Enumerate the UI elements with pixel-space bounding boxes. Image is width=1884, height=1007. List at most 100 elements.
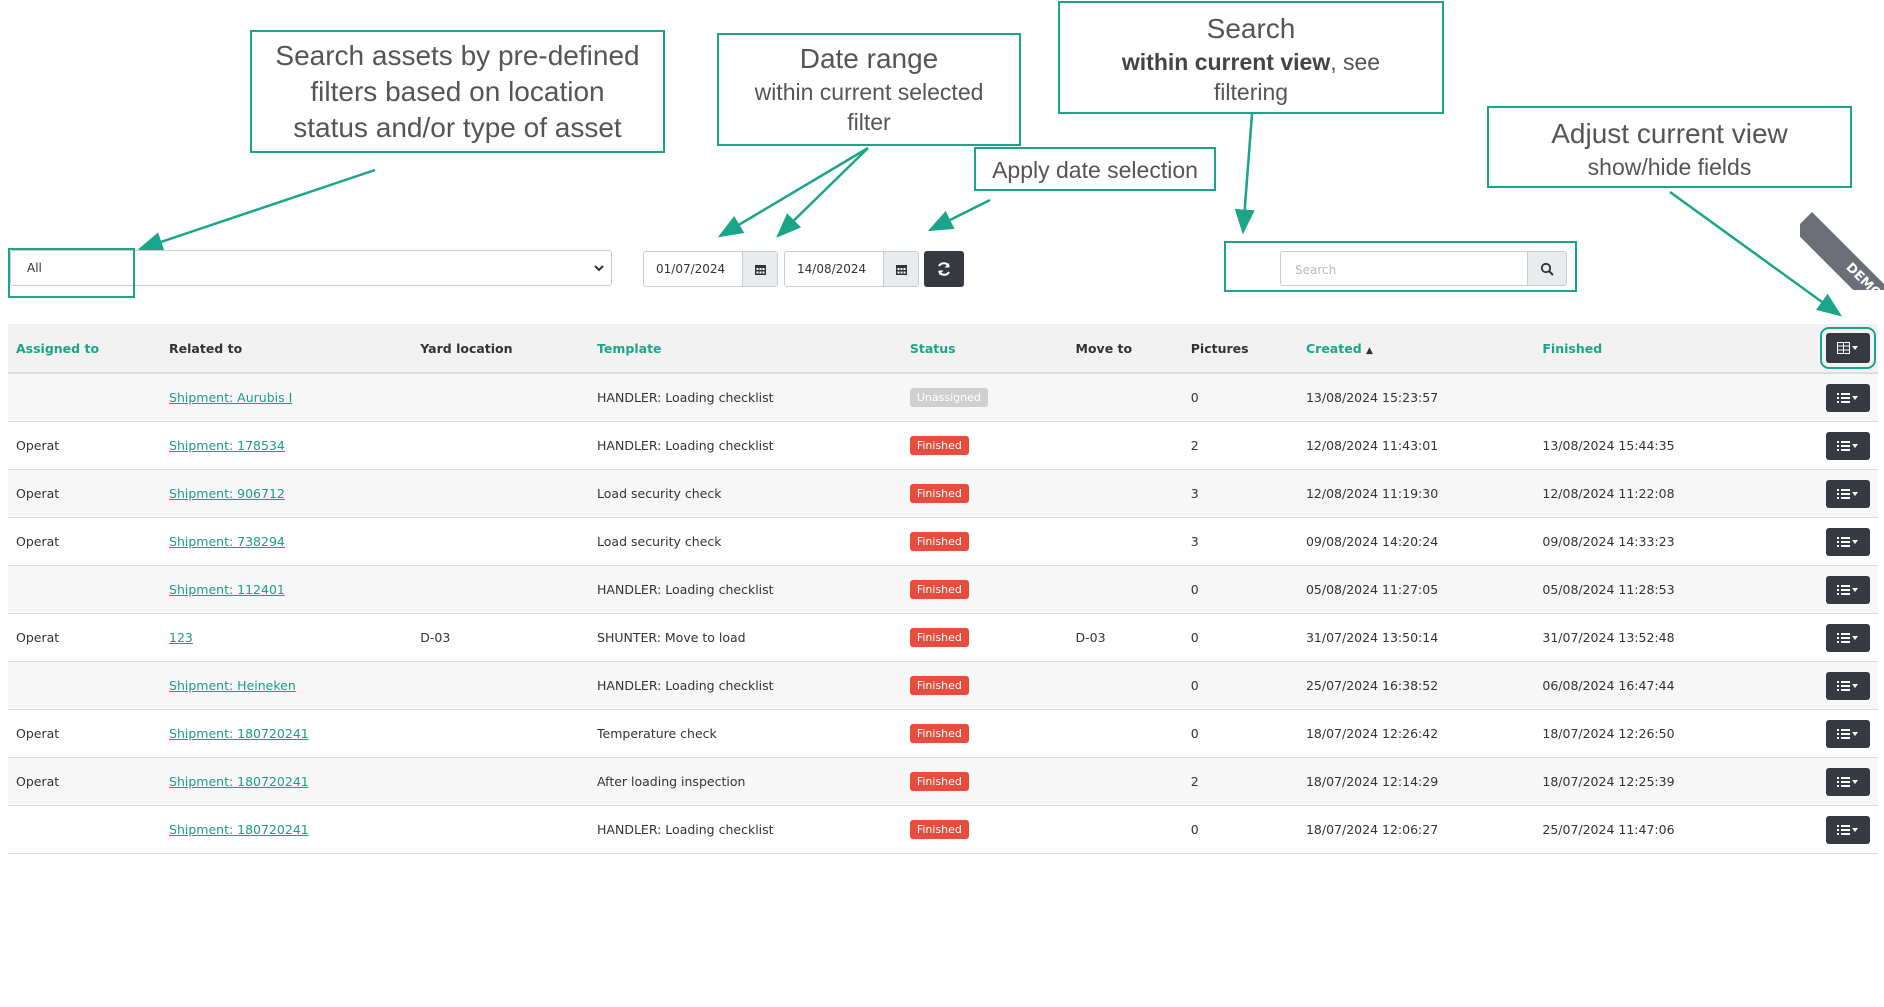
status-badge: Finished bbox=[909, 484, 969, 503]
cell-status: Finished bbox=[901, 805, 1068, 854]
cell-created: 05/08/2024 11:27:05 bbox=[1297, 565, 1535, 614]
related-link[interactable]: Shipment: 112401 bbox=[169, 582, 285, 597]
cell-pictures: 0 bbox=[1182, 565, 1298, 614]
date-to-input[interactable]: 14/08/2024 bbox=[784, 251, 919, 287]
cell-created: 18/07/2024 12:06:27 bbox=[1297, 805, 1535, 854]
related-link[interactable]: Shipment: Aurubis I bbox=[169, 390, 292, 405]
calendar-icon[interactable] bbox=[742, 252, 777, 286]
cell-assigned-to bbox=[8, 373, 162, 422]
row-actions-button[interactable] bbox=[1826, 431, 1870, 460]
cell-created: 18/07/2024 12:26:42 bbox=[1297, 709, 1535, 758]
cell-pictures: 3 bbox=[1182, 517, 1298, 566]
header-template[interactable]: Template bbox=[589, 324, 902, 374]
status-badge: Finished bbox=[909, 628, 969, 647]
table-row[interactable]: Operat Shipment: 180720241 Temperature che… bbox=[8, 709, 1878, 758]
related-link[interactable]: Shipment: 180720241 bbox=[169, 822, 309, 837]
header-finished[interactable]: Finished bbox=[1534, 324, 1818, 374]
row-actions-button[interactable] bbox=[1826, 767, 1870, 796]
cell-assigned-to bbox=[8, 565, 162, 614]
related-link[interactable]: Shipment: 738294 bbox=[169, 534, 285, 549]
cell-related-to: Shipment: 906712 bbox=[161, 469, 413, 518]
related-link[interactable]: Shipment: Heineken bbox=[169, 678, 296, 693]
cell-template: Load security check bbox=[589, 469, 902, 518]
header-status[interactable]: Status bbox=[901, 324, 1068, 374]
list-menu-icon bbox=[1837, 776, 1858, 787]
table-row[interactable]: Operat Shipment: 738294 Load security chec… bbox=[8, 517, 1878, 566]
row-actions-button[interactable] bbox=[1826, 527, 1870, 556]
cell-yard-location bbox=[412, 421, 590, 470]
cell-related-to: 123 bbox=[161, 613, 413, 662]
cell-assigned-to: Operat bbox=[8, 613, 162, 662]
row-actions-button[interactable] bbox=[1826, 719, 1870, 748]
related-link[interactable]: Shipment: 178534 bbox=[169, 438, 285, 453]
cell-assigned-to: Operat bbox=[8, 421, 162, 470]
header-related-to: Related to bbox=[161, 324, 413, 374]
cell-yard-location bbox=[412, 709, 590, 758]
header-move-to: Move to bbox=[1067, 324, 1183, 374]
cell-related-to: Shipment: 178534 bbox=[161, 421, 413, 470]
cell-finished: 06/08/2024 16:47:44 bbox=[1534, 661, 1818, 710]
cell-template: HANDLER: Loading checklist bbox=[589, 421, 902, 470]
arrow-apply bbox=[927, 198, 991, 232]
arrow-date-to bbox=[776, 147, 869, 238]
row-actions-button[interactable] bbox=[1826, 383, 1870, 412]
cell-assigned-to bbox=[8, 661, 162, 710]
row-actions-button[interactable] bbox=[1826, 479, 1870, 508]
row-actions-button[interactable] bbox=[1826, 623, 1870, 652]
cell-template: HANDLER: Loading checklist bbox=[589, 661, 902, 710]
header-actions bbox=[1818, 324, 1878, 374]
table-row[interactable]: Shipment: Heineken HANDLER: Loading check… bbox=[8, 661, 1878, 710]
row-actions-button[interactable] bbox=[1826, 815, 1870, 844]
table-body: Shipment: Aurubis I HANDLER: Loading chec… bbox=[8, 373, 1878, 854]
cell-status: Finished bbox=[901, 757, 1068, 806]
table-columns-icon bbox=[1837, 342, 1858, 354]
date-from-value: 01/07/2024 bbox=[656, 262, 726, 276]
table-row[interactable]: Operat Shipment: 180720241 After loading i… bbox=[8, 757, 1878, 806]
cell-finished bbox=[1534, 373, 1818, 422]
table-row[interactable]: Shipment: 180720241 HANDLER: Loading chec… bbox=[8, 805, 1878, 854]
row-actions-button[interactable] bbox=[1826, 671, 1870, 700]
table-row[interactable]: Shipment: 112401 HANDLER: Loading checkli… bbox=[8, 565, 1878, 614]
related-link[interactable]: Shipment: 180720241 bbox=[169, 774, 309, 789]
related-link[interactable]: Shipment: 180720241 bbox=[169, 726, 309, 741]
cell-template: Temperature check bbox=[589, 709, 902, 758]
cell-pictures: 3 bbox=[1182, 469, 1298, 518]
header-assigned-to[interactable]: Assigned to bbox=[8, 324, 162, 374]
cell-created: 12/08/2024 11:19:30 bbox=[1297, 469, 1535, 518]
header-created-label: Created bbox=[1305, 340, 1362, 356]
cell-actions bbox=[1818, 565, 1878, 614]
cell-yard-location bbox=[412, 517, 590, 566]
search-button[interactable] bbox=[1527, 251, 1567, 286]
related-link[interactable]: Shipment: 906712 bbox=[169, 486, 285, 501]
date-to-value: 14/08/2024 bbox=[797, 262, 867, 276]
cell-finished: 13/08/2024 15:44:35 bbox=[1534, 421, 1818, 470]
cell-finished: 05/08/2024 11:28:53 bbox=[1534, 565, 1818, 614]
date-from-input[interactable]: 01/07/2024 bbox=[643, 251, 778, 287]
row-actions-button[interactable] bbox=[1826, 575, 1870, 604]
table-row[interactable]: Operat Shipment: 906712 Load security chec… bbox=[8, 469, 1878, 518]
apply-date-button[interactable] bbox=[924, 251, 964, 287]
cell-finished: 18/07/2024 12:26:50 bbox=[1534, 709, 1818, 758]
cell-finished: 18/07/2024 12:25:39 bbox=[1534, 757, 1818, 806]
cell-move-to bbox=[1067, 661, 1183, 710]
header-created[interactable]: Created ▲ bbox=[1297, 324, 1535, 374]
column-visibility-button[interactable] bbox=[1820, 327, 1876, 369]
cell-pictures: 2 bbox=[1182, 421, 1298, 470]
cell-pictures: 0 bbox=[1182, 613, 1298, 662]
cell-actions bbox=[1818, 373, 1878, 422]
cell-created: 31/07/2024 13:50:14 bbox=[1297, 613, 1535, 662]
cell-assigned-to: Operat bbox=[8, 517, 162, 566]
search-input[interactable] bbox=[1293, 262, 1517, 278]
cell-actions bbox=[1818, 805, 1878, 854]
table-row[interactable]: Operat 123 D-03 SHUNTER: Move to load Finish… bbox=[8, 613, 1878, 662]
table-row[interactable]: Shipment: Aurubis I HANDLER: Loading chec… bbox=[8, 373, 1878, 422]
search-field[interactable] bbox=[1280, 251, 1528, 286]
list-menu-icon bbox=[1837, 680, 1858, 691]
table-row[interactable]: Operat Shipment: 178534 HANDLER: Loading c… bbox=[8, 421, 1878, 470]
related-link[interactable]: 123 bbox=[169, 630, 193, 645]
cell-template: SHUNTER: Move to load bbox=[589, 613, 902, 662]
cell-pictures: 0 bbox=[1182, 709, 1298, 758]
status-badge: Unassigned bbox=[909, 388, 988, 407]
calendar-icon[interactable] bbox=[883, 252, 918, 286]
list-menu-icon bbox=[1837, 584, 1858, 595]
